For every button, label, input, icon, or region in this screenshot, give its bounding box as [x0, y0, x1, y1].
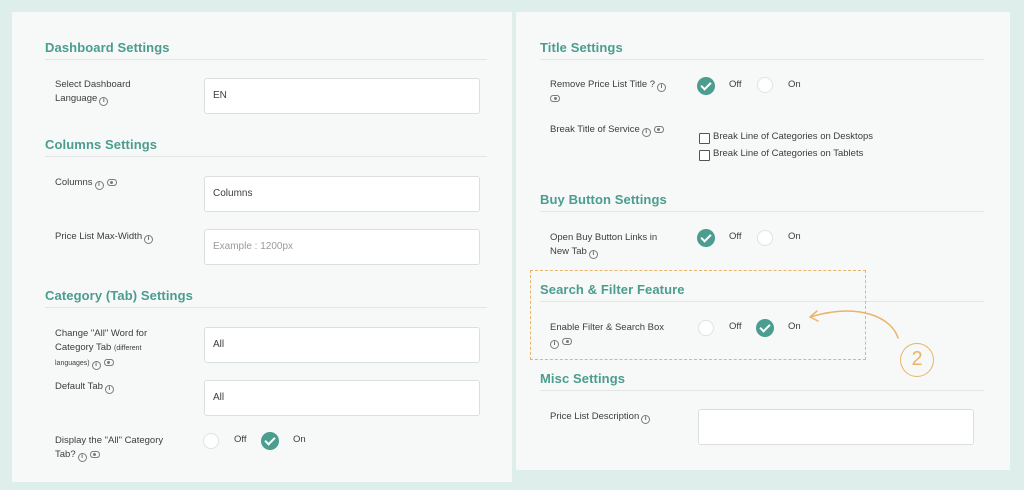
eye-icon[interactable] [103, 359, 114, 366]
open-links-label: Open Buy Button Links in New Tab i [550, 232, 658, 259]
columns-settings-title: Columns Settings [45, 137, 158, 152]
columns-input[interactable]: Columns [204, 176, 480, 212]
info-icon[interactable]: i [91, 361, 101, 370]
misc-settings-title: Misc Settings [540, 371, 626, 386]
eye-icon[interactable] [89, 451, 100, 458]
info-icon[interactable]: i [77, 453, 87, 462]
display-all-label: Display the "All" Category Tab? i [55, 435, 164, 462]
break-desktops-checkbox[interactable] [699, 133, 710, 144]
off-label: Off [729, 231, 742, 242]
on-label: On [788, 231, 801, 242]
divider [540, 390, 984, 391]
open-links-on-radio[interactable] [757, 230, 773, 246]
divider [540, 59, 984, 60]
all-word-input[interactable]: All [204, 327, 480, 363]
off-label: Off [234, 434, 247, 445]
info-icon[interactable]: i [104, 385, 114, 394]
eye-icon[interactable] [550, 95, 560, 102]
eye-icon[interactable] [106, 179, 117, 186]
eye-icon[interactable] [653, 126, 664, 133]
default-tab-input[interactable]: All [204, 380, 480, 416]
off-label: Off [729, 79, 742, 90]
columns-label: Columns i [55, 176, 117, 190]
display-all-on-radio[interactable] [261, 432, 279, 450]
break-tablets-label: Break Line of Categories on Tablets [713, 148, 864, 159]
on-label: On [788, 79, 801, 90]
break-title-label: Break Title of Service i [550, 123, 664, 137]
default-tab-label: Default Tab i [55, 380, 114, 394]
info-icon[interactable]: i [641, 128, 651, 137]
info-icon[interactable]: i [657, 83, 667, 92]
language-label: Select Dashboard Language i [55, 79, 131, 106]
annotation-arrow-icon [809, 310, 899, 339]
info-icon[interactable]: i [144, 235, 154, 244]
buy-button-settings-title: Buy Button Settings [540, 192, 667, 207]
open-links-off-radio[interactable] [697, 229, 715, 247]
step-number-badge: 2 [900, 343, 934, 377]
description-label: Price List Description i [550, 410, 651, 424]
divider [45, 156, 487, 157]
language-input[interactable]: EN [204, 78, 480, 114]
break-desktops-label: Break Line of Categories on Desktops [713, 131, 874, 142]
on-label: On [293, 434, 306, 445]
break-tablets-checkbox[interactable] [699, 150, 710, 161]
info-icon[interactable]: i [99, 97, 109, 106]
divider [540, 211, 984, 212]
all-word-label: Change "All" Word for Category Tab (diff… [55, 328, 148, 370]
description-textarea[interactable] [698, 409, 974, 445]
title-settings-title: Title Settings [540, 40, 623, 55]
info-icon[interactable]: i [641, 415, 651, 424]
dashboard-settings-title: Dashboard Settings [45, 40, 170, 55]
category-settings-title: Category (Tab) Settings [45, 288, 193, 303]
display-all-off-radio[interactable] [203, 433, 219, 449]
info-icon[interactable]: i [588, 250, 598, 259]
remove-title-off-radio[interactable] [697, 77, 715, 95]
divider [45, 307, 487, 308]
maxwidth-input[interactable]: Example : 1200px [204, 229, 480, 265]
info-icon[interactable]: i [94, 181, 104, 190]
remove-title-on-radio[interactable] [757, 77, 773, 93]
remove-title-label: Remove Price List Title ? i [550, 78, 667, 106]
maxwidth-label: Price List Max-Width i [55, 230, 154, 244]
divider [45, 59, 487, 60]
